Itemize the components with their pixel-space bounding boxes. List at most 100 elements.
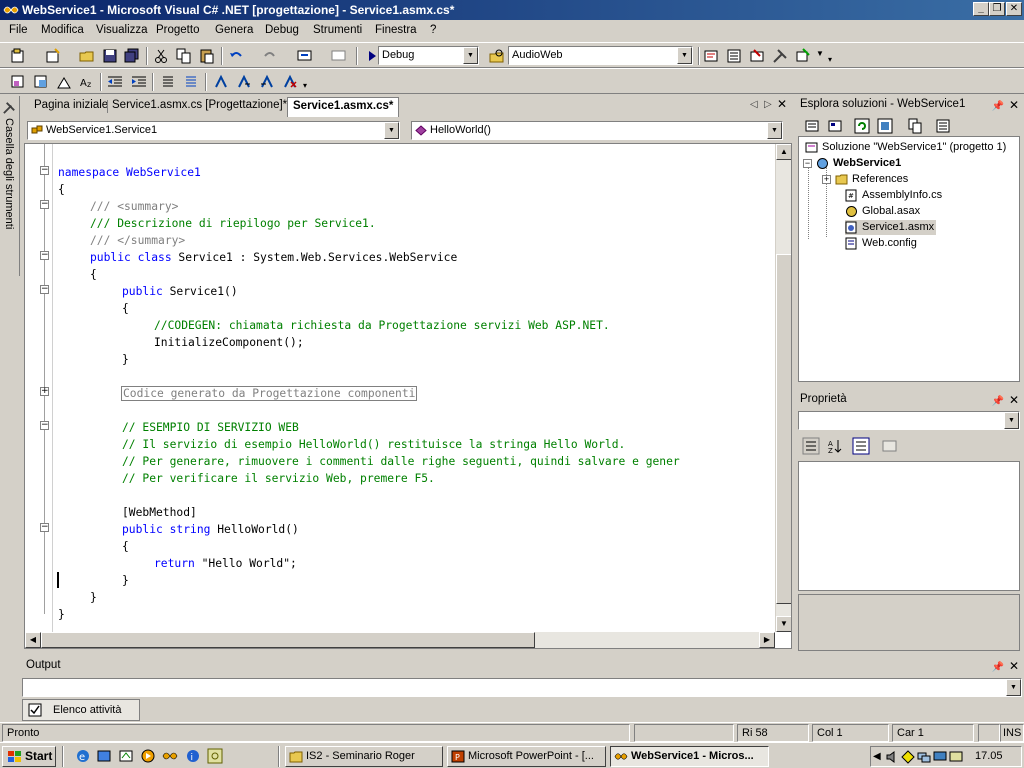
- start-button[interactable]: Start: [2, 746, 56, 767]
- scroll-left-icon[interactable]: ◀: [25, 632, 41, 648]
- output-source-select[interactable]: ▼: [22, 678, 1022, 697]
- next-bookmark-icon[interactable]: [236, 74, 252, 90]
- menu-strumenti[interactable]: Strumenti: [313, 24, 362, 36]
- properties-icon[interactable]: [726, 48, 742, 64]
- taskbar-item-folder[interactable]: IS2 - Seminario Roger: [285, 746, 443, 767]
- undo-icon[interactable]: [228, 48, 244, 64]
- tree-item-service1-asmx[interactable]: Service1.asmx: [845, 220, 937, 235]
- taskbar-item-powerpoint[interactable]: P Microsoft PowerPoint - [...: [447, 746, 606, 767]
- tree-project[interactable]: − WebService1: [803, 156, 901, 171]
- refresh-icon[interactable]: [854, 118, 870, 134]
- tree-item-references[interactable]: + References: [822, 172, 908, 187]
- chevron-down-icon[interactable]: ▼: [463, 47, 478, 64]
- navigate-forward-icon[interactable]: [331, 48, 347, 64]
- tree-item-web-config[interactable]: Web.config: [845, 236, 917, 251]
- toolbar-overflow-icon[interactable]: ▾: [828, 55, 832, 64]
- new-project-icon[interactable]: [10, 48, 26, 64]
- menu-visualizza[interactable]: Visualizza: [96, 24, 148, 36]
- navigate-icon[interactable]: [297, 48, 313, 64]
- expand-icon[interactable]: +: [822, 174, 831, 184]
- menu-file[interactable]: File: [9, 24, 28, 36]
- pin-icon[interactable]: 📌: [992, 659, 1004, 676]
- scroll-tabs-right-icon[interactable]: ▷: [764, 99, 772, 110]
- quick-info-icon[interactable]: [56, 74, 72, 90]
- tray-monitor-icon[interactable]: [933, 750, 947, 764]
- complete-word-icon[interactable]: Az: [79, 74, 95, 90]
- chevron-down-icon[interactable]: ▼: [816, 49, 824, 58]
- show-desktop-icon[interactable]: [118, 748, 134, 764]
- collapse-icon[interactable]: −: [40, 251, 49, 260]
- menu-debug[interactable]: Debug: [265, 24, 299, 36]
- view-designer-icon[interactable]: [827, 118, 843, 134]
- types-dropdown[interactable]: WebService1.Service1 ▼: [27, 121, 400, 140]
- code-editor[interactable]: − − − − + − − namespace WebService1 { //…: [24, 143, 792, 649]
- code-text-area[interactable]: namespace WebService1 { /// <summary> //…: [53, 144, 775, 632]
- cut-icon[interactable]: [153, 48, 169, 64]
- task-list-tab[interactable]: Elenco attività: [22, 699, 140, 721]
- decrease-indent-icon[interactable]: [107, 74, 123, 90]
- object-selector[interactable]: ▼: [798, 411, 1020, 430]
- open-folder-icon[interactable]: [79, 48, 95, 64]
- solution-tree[interactable]: Soluzione "WebService1" (progetto 1) − We…: [798, 136, 1020, 382]
- paste-icon[interactable]: [199, 48, 215, 64]
- scroll-up-icon[interactable]: ▲: [776, 144, 791, 160]
- tools-icon[interactable]: [772, 48, 788, 64]
- tab-designer[interactable]: Service1.asmx.cs [Progettazione]*: [112, 99, 287, 111]
- chevron-down-icon[interactable]: ▼: [384, 122, 399, 139]
- properties-icon[interactable]: [935, 118, 951, 134]
- chevron-down-icon[interactable]: ▼: [1004, 412, 1019, 429]
- close-icon[interactable]: ✕: [1009, 97, 1019, 114]
- collapsed-region[interactable]: Codice generato da Progettazione compone…: [121, 385, 418, 402]
- scroll-right-icon[interactable]: ▶: [759, 632, 775, 648]
- tab-start-page[interactable]: Pagina iniziale: [34, 99, 108, 111]
- save-icon[interactable]: [102, 48, 118, 64]
- save-all-icon[interactable]: [124, 48, 140, 64]
- expand-icon[interactable]: +: [40, 387, 49, 396]
- network-icon[interactable]: [917, 750, 931, 764]
- members-dropdown[interactable]: HelloWorld() ▼: [411, 121, 783, 140]
- menu-finestra[interactable]: Finestra: [375, 24, 417, 36]
- toggle-bookmark-icon[interactable]: [213, 74, 229, 90]
- tray-app-icon[interactable]: [901, 750, 915, 764]
- scroll-thumb[interactable]: [776, 254, 791, 604]
- collapse-icon[interactable]: −: [40, 421, 49, 430]
- media-player-icon[interactable]: [140, 748, 156, 764]
- collapse-icon[interactable]: −: [40, 523, 49, 532]
- maximize-button[interactable]: ❐: [989, 2, 1005, 16]
- copy-project-icon[interactable]: [907, 118, 923, 134]
- solution-configuration-select[interactable]: Debug ▼: [378, 46, 479, 65]
- close-icon[interactable]: ✕: [1009, 392, 1019, 409]
- clear-bookmarks-icon[interactable]: [282, 74, 298, 90]
- class-view-icon[interactable]: [795, 48, 811, 64]
- show-all-files-icon[interactable]: [877, 118, 893, 134]
- minimize-button[interactable]: _: [973, 2, 989, 16]
- app-quicklaunch-icon[interactable]: [207, 748, 223, 764]
- add-item-icon[interactable]: [45, 48, 61, 64]
- outlook-icon[interactable]: [96, 748, 112, 764]
- internet-explorer-icon[interactable]: e: [75, 748, 91, 764]
- redo-icon[interactable]: [262, 48, 278, 64]
- solution-explorer-icon[interactable]: [703, 48, 719, 64]
- view-code-icon[interactable]: [804, 118, 820, 134]
- toolbar-overflow-icon[interactable]: ▾: [303, 81, 307, 90]
- tab-code-editor[interactable]: Service1.asmx.cs*: [287, 97, 400, 117]
- properties-view-icon[interactable]: [852, 437, 870, 455]
- menu-genera[interactable]: Genera: [215, 24, 253, 36]
- tray-arrow-icon[interactable]: ◀: [873, 751, 881, 762]
- menu-modifica[interactable]: Modifica: [41, 24, 84, 36]
- menu-help[interactable]: ?: [430, 24, 436, 36]
- categorized-icon[interactable]: [802, 437, 820, 455]
- tree-item-global-asax[interactable]: Global.asax: [845, 204, 920, 219]
- find-combo[interactable]: AudioWeb ▼: [508, 46, 693, 65]
- find-in-files-icon[interactable]: [489, 48, 505, 64]
- close-document-icon[interactable]: ✕: [777, 97, 787, 111]
- visual-studio-icon[interactable]: [162, 748, 178, 764]
- chevron-down-icon[interactable]: ▼: [677, 47, 692, 64]
- pin-icon[interactable]: 📌: [992, 393, 1004, 410]
- horizontal-scrollbar[interactable]: ◀ ▶: [25, 632, 775, 648]
- pin-icon[interactable]: 📌: [992, 98, 1004, 115]
- taskbar-item-visual-studio[interactable]: WebService1 - Micros...: [610, 746, 769, 767]
- collapse-icon[interactable]: −: [40, 166, 49, 175]
- help-icon[interactable]: i: [185, 748, 201, 764]
- display-object-members-icon[interactable]: [10, 74, 26, 90]
